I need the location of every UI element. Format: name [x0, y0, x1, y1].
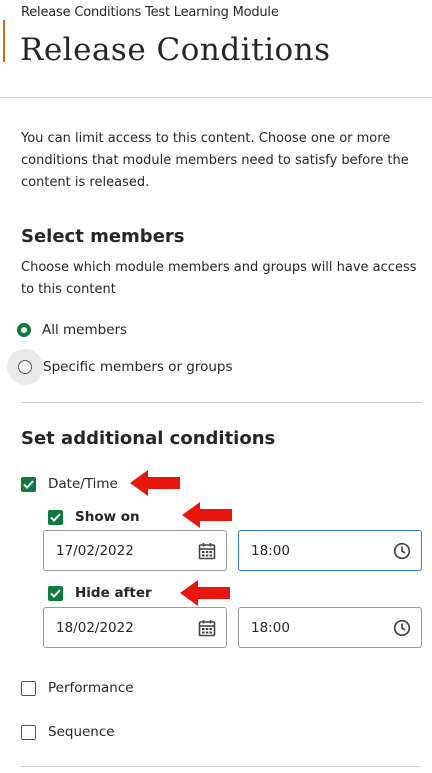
show-on-time-input[interactable]: 18:00: [238, 530, 422, 571]
checkbox-box[interactable]: [48, 509, 63, 525]
checkmark-icon: [23, 479, 34, 489]
date-value: 18/02/2022: [56, 619, 134, 636]
checkbox-label: Show on: [75, 509, 140, 525]
checkmark-icon: [50, 512, 61, 522]
checkbox-sequence[interactable]: Sequence: [21, 724, 115, 740]
checkbox-label: Performance: [48, 680, 134, 696]
time-value: 18:00: [251, 542, 290, 559]
radio-label: Specific members or groups: [43, 359, 233, 375]
clock-icon[interactable]: [393, 542, 411, 560]
checkbox-hide-after[interactable]: Hide after: [48, 585, 152, 601]
checkbox-label: Sequence: [48, 724, 115, 740]
radio-label: All members: [42, 322, 128, 338]
additional-conditions-title: Set additional conditions: [21, 428, 276, 449]
select-members-title: Select members: [21, 226, 185, 247]
radio-unselected-indicator[interactable]: [18, 360, 32, 374]
checkbox-box[interactable]: [21, 476, 36, 492]
red-arrow-icon: [130, 470, 180, 496]
checkbox-box[interactable]: [21, 680, 36, 696]
checkmark-icon: [50, 588, 61, 598]
checkbox-label: Hide after: [75, 585, 152, 601]
header-divider: [0, 97, 432, 98]
red-arrow-icon: [182, 502, 232, 528]
radio-specific-members[interactable]: Specific members or groups: [7, 349, 233, 385]
checkbox-box[interactable]: [48, 585, 63, 601]
red-arrow-icon: [180, 580, 230, 606]
section-divider: [21, 402, 422, 403]
time-value: 18:00: [251, 619, 290, 636]
title-accent-bar: [3, 20, 5, 62]
calendar-icon[interactable]: [198, 619, 216, 637]
show-on-date-input[interactable]: 17/02/2022: [43, 530, 227, 571]
radio-focus-halo: [7, 349, 43, 385]
hide-after-date-input[interactable]: 18/02/2022: [43, 607, 227, 648]
hide-after-time-input[interactable]: 18:00: [238, 607, 422, 648]
checkbox-show-on[interactable]: Show on: [48, 509, 140, 525]
radio-all-members[interactable]: All members: [17, 322, 127, 338]
breadcrumb[interactable]: Release Conditions Test Learning Module: [21, 5, 279, 20]
radio-selected-indicator[interactable]: [17, 323, 31, 337]
bottom-divider: [21, 766, 422, 767]
date-value: 17/02/2022: [56, 542, 134, 559]
select-members-description: Choose which module members and groups w…: [21, 260, 417, 297]
checkbox-date-time[interactable]: Date/Time: [21, 476, 118, 492]
page-title: Release Conditions: [20, 32, 331, 68]
calendar-icon[interactable]: [198, 542, 216, 560]
checkbox-box[interactable]: [21, 724, 36, 740]
checkbox-performance[interactable]: Performance: [21, 680, 134, 696]
intro-text: You can limit access to this content. Ch…: [21, 131, 409, 190]
checkbox-label: Date/Time: [48, 476, 118, 492]
clock-icon[interactable]: [393, 619, 411, 637]
